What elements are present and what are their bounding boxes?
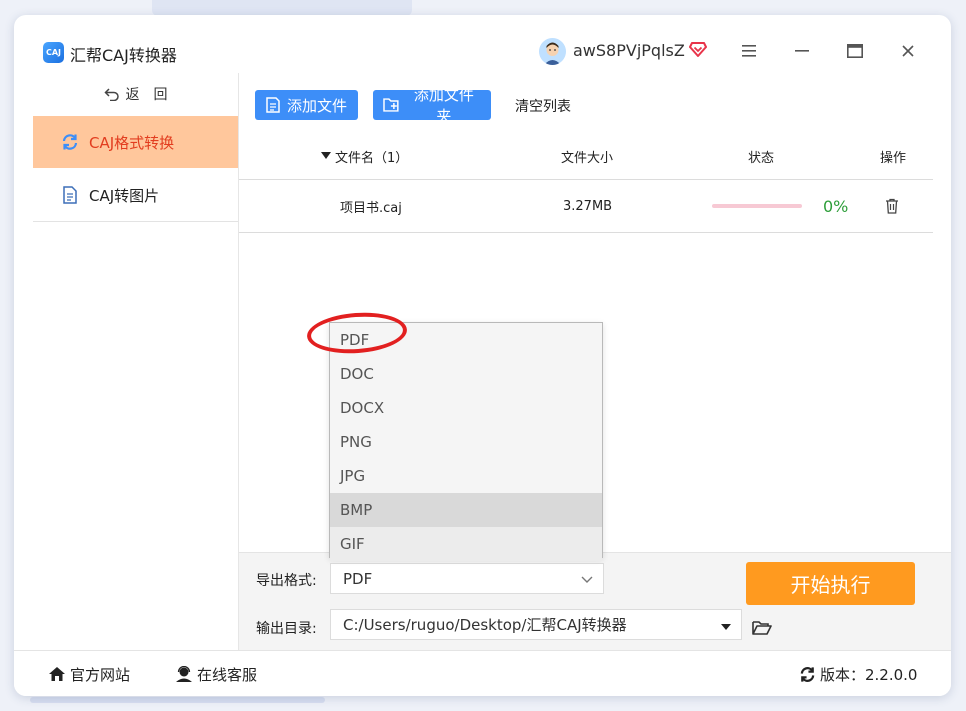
- add-file-icon: [266, 97, 280, 113]
- background-band: [152, 0, 412, 16]
- format-option-gif[interactable]: GIF: [330, 527, 602, 561]
- sidebar-item-label: CAJ格式转换: [89, 133, 175, 152]
- format-option-bmp[interactable]: BMP: [330, 493, 602, 527]
- settings-panel: 导出格式: PDF 开始执行 输出目录: C:/Users/ruguo/Desk…: [239, 552, 951, 651]
- format-option-jpg[interactable]: JPG: [330, 459, 602, 493]
- support-agent-icon: [176, 666, 192, 682]
- website-link[interactable]: 官方网站: [48, 651, 130, 696]
- back-arrow-icon: [103, 88, 119, 101]
- support-label: 在线客服: [197, 665, 258, 684]
- column-header-action: 操作: [880, 150, 907, 166]
- trash-icon: [886, 198, 898, 214]
- format-dropdown-list: PDF DOC DOCX PNG JPG BMP GIF: [329, 322, 603, 561]
- maximize-button[interactable]: [842, 38, 868, 64]
- title-bar: CAJ 汇帮CAJ转换器 awS8PVjPqlsZ: [14, 15, 951, 73]
- caret-down-icon: [721, 616, 731, 634]
- hamburger-icon: [742, 45, 756, 57]
- start-button[interactable]: 开始执行: [746, 562, 915, 605]
- back-button[interactable]: 返 回: [33, 73, 238, 115]
- vip-diamond-icon[interactable]: [689, 40, 707, 58]
- add-file-button[interactable]: 添加文件: [255, 90, 358, 120]
- username[interactable]: awS8PVjPqlsZ: [573, 41, 685, 60]
- version-info[interactable]: 版本：2.2.0.0: [799, 651, 917, 696]
- website-label: 官方网站: [70, 665, 131, 684]
- close-icon: [902, 45, 914, 57]
- folder-open-icon: [752, 621, 772, 635]
- app-logo-icon: CAJ: [43, 42, 64, 63]
- sort-down-icon: [321, 152, 331, 159]
- minimize-icon: [795, 50, 809, 52]
- maximize-icon: [847, 44, 863, 58]
- format-option-docx[interactable]: DOCX: [330, 391, 602, 425]
- output-dir-value: C:/Users/ruguo/Desktop/汇帮CAJ转换器: [343, 616, 627, 634]
- add-folder-button[interactable]: 添加文件夹: [373, 86, 491, 125]
- refresh-icon: [800, 666, 815, 682]
- background-band-bottom: [30, 697, 325, 703]
- format-select-value: PDF: [343, 569, 373, 588]
- app-title: 汇帮CAJ转换器: [70, 46, 177, 65]
- delete-button[interactable]: [885, 180, 899, 232]
- sidebar-item-caj-format[interactable]: CAJ格式转换: [33, 116, 238, 168]
- table-row[interactable]: 项目书.caj 3.27MB 0%: [239, 180, 933, 233]
- sidebar-item-label: CAJ转图片: [89, 186, 160, 205]
- minimize-button[interactable]: [789, 38, 815, 64]
- sidebar-item-caj-image[interactable]: CAJ转图片: [33, 169, 238, 222]
- back-label: 返 回: [125, 87, 168, 103]
- browse-folder-button[interactable]: [751, 617, 773, 639]
- format-option-doc[interactable]: DOC: [330, 357, 602, 391]
- file-name: 项目书.caj: [340, 200, 402, 216]
- refresh-icon: [61, 133, 79, 151]
- add-folder-icon: [383, 98, 399, 112]
- progress-percent: 0%: [823, 196, 849, 216]
- column-header-status: 状态: [748, 150, 775, 166]
- avatar[interactable]: [539, 38, 566, 65]
- add-folder-label: 添加文件夹: [413, 86, 474, 125]
- format-select[interactable]: PDF: [330, 563, 604, 594]
- progress-bar: [712, 204, 802, 208]
- home-icon: [49, 667, 65, 681]
- output-dir-select[interactable]: C:/Users/ruguo/Desktop/汇帮CAJ转换器: [330, 609, 742, 640]
- chevron-down-icon: [581, 570, 593, 588]
- output-dir-label: 输出目录:: [256, 621, 317, 637]
- user-avatar-icon: [539, 38, 566, 65]
- menu-button[interactable]: [736, 38, 762, 64]
- sidebar: 返 回 CAJ格式转换 CAJ转图片: [33, 73, 239, 650]
- file-size: 3.27MB: [563, 198, 613, 214]
- format-label: 导出格式:: [256, 573, 317, 589]
- version-label: 版本：2.2.0.0: [820, 665, 918, 684]
- support-link[interactable]: 在线客服: [175, 651, 257, 696]
- add-file-label: 添加文件: [287, 96, 348, 115]
- column-header-name-label: 文件名（1）: [335, 150, 409, 166]
- clear-list-button[interactable]: 清空列表: [515, 96, 571, 116]
- document-icon: [61, 186, 79, 204]
- footer: 官方网站 在线客服 版本：2.2.0.0: [14, 650, 951, 696]
- format-option-png[interactable]: PNG: [330, 425, 602, 459]
- column-header-size: 文件大小: [561, 150, 614, 166]
- column-header-name[interactable]: 文件名（1）: [321, 133, 408, 179]
- file-table-header: 文件名（1） 文件大小 状态 操作: [239, 133, 933, 180]
- close-button[interactable]: [895, 38, 921, 64]
